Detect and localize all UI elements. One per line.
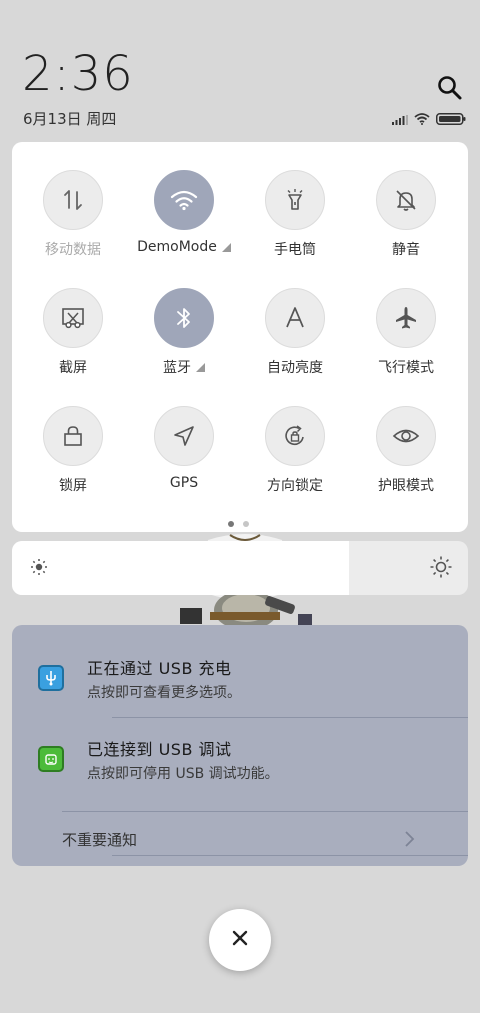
usb-icon: [38, 665, 64, 691]
tile-label: 蓝牙: [163, 360, 191, 376]
tile-label: 方向锁定: [267, 478, 323, 494]
brightness-high-icon: [430, 556, 452, 582]
notification-group: 正在通过 USB 充电 点按即可查看更多选项。 已连接到 USB 调试 点按即可…: [12, 625, 468, 866]
lock-icon[interactable]: [43, 406, 103, 466]
tile-bluetooth[interactable]: 蓝牙: [134, 288, 234, 377]
quick-settings-panel: 移动数据 DemoMode 手电筒 静音 截屏 蓝牙 自动亮度 飞行模式 锁屏 …: [12, 142, 468, 532]
tile-airplane[interactable]: 飞行模式: [356, 288, 456, 377]
tile-gps[interactable]: GPS: [134, 406, 234, 491]
brightness-slider[interactable]: [12, 541, 468, 595]
tile-label: 自动亮度: [267, 360, 323, 376]
screenshot-icon[interactable]: [43, 288, 103, 348]
tile-eye-care[interactable]: 护眼模式: [356, 406, 456, 495]
tile-label: DemoMode: [137, 239, 217, 255]
bluetooth-icon[interactable]: [154, 288, 214, 348]
notification-title: 正在通过 USB 充电: [87, 659, 232, 678]
notification-usb-charging[interactable]: 正在通过 USB 充电 点按即可查看更多选项。: [12, 625, 468, 717]
notification-subtitle: 点按即可停用 USB 调试功能。: [87, 766, 279, 782]
tile-label: 移动数据: [45, 242, 101, 258]
tile-label: GPS: [169, 475, 199, 491]
notification-divider: [62, 811, 468, 812]
airplane-icon[interactable]: [376, 288, 436, 348]
mute-bell-icon[interactable]: [376, 170, 436, 230]
mobile-data-icon[interactable]: [43, 170, 103, 230]
tile-label: 锁屏: [59, 478, 87, 494]
tile-label: 截屏: [59, 360, 87, 376]
tile-screenshot[interactable]: 截屏: [23, 288, 123, 377]
notification-title: 已连接到 USB 调试: [87, 740, 232, 759]
tile-auto-brightness[interactable]: 自动亮度: [245, 288, 345, 377]
rotation-lock-icon[interactable]: [265, 406, 325, 466]
status-header: 2:36 6月13日 周四: [0, 0, 480, 140]
tile-label: 静音: [392, 242, 420, 258]
date-text[interactable]: 6月13日 周四: [23, 108, 116, 129]
page-dot-active: [228, 521, 234, 527]
auto-brightness-icon[interactable]: [265, 288, 325, 348]
brightness-low-icon: [30, 558, 48, 580]
cellular-signal-icon: [392, 110, 408, 129]
tile-mobile-data[interactable]: 移动数据: [23, 170, 123, 259]
wifi-icon[interactable]: [154, 170, 214, 230]
status-icons: [392, 110, 466, 129]
flashlight-icon[interactable]: [265, 170, 325, 230]
search-icon[interactable]: [436, 74, 464, 102]
android-icon: [38, 746, 64, 772]
tile-label: 飞行模式: [378, 360, 434, 376]
battery-icon: [436, 110, 466, 129]
brightness-level-fill[interactable]: [12, 541, 350, 595]
chevron-right-icon[interactable]: [404, 830, 416, 852]
expand-corner-icon: [196, 362, 205, 372]
tile-label: 手电筒: [274, 242, 316, 258]
tile-lock-screen[interactable]: 锁屏: [23, 406, 123, 495]
clock-time[interactable]: 2:36: [22, 46, 134, 102]
notification-usb-debugging[interactable]: 已连接到 USB 调试 点按即可停用 USB 调试功能。: [12, 718, 468, 810]
close-icon: [231, 929, 249, 951]
tile-mute[interactable]: 静音: [356, 170, 456, 259]
expand-corner-icon: [221, 242, 231, 252]
page-indicator: [228, 521, 249, 527]
page-dot: [243, 521, 249, 527]
wifi-status-icon: [414, 110, 430, 129]
tile-flashlight[interactable]: 手电筒: [245, 170, 345, 259]
eye-icon[interactable]: [376, 406, 436, 466]
tile-wifi[interactable]: DemoMode: [134, 170, 234, 255]
tile-label-wrap: 蓝牙: [163, 357, 205, 377]
tile-rotation-lock[interactable]: 方向锁定: [245, 406, 345, 495]
tile-label: 护眼模式: [378, 478, 434, 494]
notification-subtitle: 点按即可查看更多选项。: [87, 685, 241, 701]
clear-all-button[interactable]: [209, 909, 271, 971]
tile-label-wrap: DemoMode: [137, 239, 231, 255]
notification-divider: [112, 855, 468, 856]
location-arrow-icon[interactable]: [154, 406, 214, 466]
minor-notifications-link[interactable]: 不重要通知: [62, 829, 137, 850]
